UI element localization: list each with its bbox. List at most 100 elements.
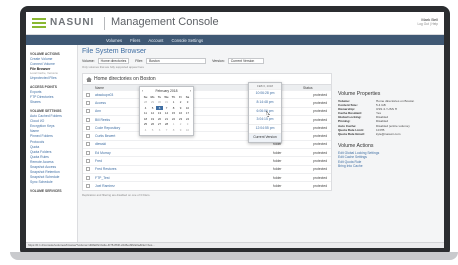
calendar-day[interactable]: 27 <box>156 122 163 127</box>
row-checkbox[interactable] <box>86 150 90 155</box>
calendar-day[interactable]: 3 <box>184 122 191 127</box>
row-checkbox[interactable] <box>86 167 90 172</box>
row-checkbox[interactable] <box>86 183 90 188</box>
calendar-day[interactable]: 9 <box>177 128 184 133</box>
row-checkbox[interactable] <box>86 100 90 105</box>
calendar-day[interactable]: 10 <box>184 106 191 111</box>
table-row[interactable]: Accessfolderprotected <box>83 98 331 106</box>
calendar-day[interactable]: 9 <box>177 106 184 111</box>
sidebar-item-unprotected-files[interactable]: Unprotected Files <box>30 76 73 81</box>
calendar-day[interactable]: 3 <box>184 100 191 105</box>
row-checkbox[interactable] <box>86 109 90 114</box>
calendar-day[interactable]: 8 <box>170 106 177 111</box>
row-checkbox[interactable] <box>86 117 90 122</box>
table-row[interactable]: FTP_Test folder protected <box>83 172 331 181</box>
row-name[interactable]: Fred Restores <box>93 167 203 171</box>
calendar-day[interactable]: 13 <box>156 111 163 116</box>
table-row[interactable]: Annfolderprotected <box>83 106 331 115</box>
nav-volumes[interactable]: Volumes <box>106 38 122 43</box>
user-links[interactable]: Log Out | Help <box>418 22 439 26</box>
version-item-label: 8:14:48 pm <box>256 99 274 104</box>
user-menu[interactable]: Mark Bell Log Out | Help <box>418 17 439 26</box>
table-header: Name Type Status <box>83 84 331 90</box>
calendar-day[interactable]: 2 <box>177 122 184 127</box>
calendar-day[interactable]: 14 <box>163 111 170 116</box>
filer-select[interactable]: Boston <box>146 58 207 64</box>
row-checkbox[interactable] <box>86 134 90 139</box>
calendar-day[interactable]: 5 <box>149 128 156 133</box>
calendar-day[interactable]: 4 <box>142 128 149 133</box>
row-name[interactable]: Fred <box>93 159 203 163</box>
version-select[interactable]: Current Version <box>227 58 264 64</box>
nav-console-settings[interactable]: Console Settings <box>171 38 203 43</box>
calendar-next-button[interactable]: › <box>190 89 191 93</box>
nav-filers[interactable]: Filers <box>130 38 140 43</box>
table-row[interactable]: abackupx03folderprotected <box>83 90 331 98</box>
calendar-day[interactable]: 7 <box>163 128 170 133</box>
tree-title[interactable]: Home directories on Boston <box>83 74 331 84</box>
calendar-day[interactable]: 31 <box>163 100 170 105</box>
calendar-day[interactable]: 5 <box>149 106 156 111</box>
calendar-day[interactable]: 7 <box>163 106 170 111</box>
row-name[interactable]: Joel Ramirez <box>93 184 203 188</box>
calendar-day[interactable]: 22 <box>170 117 177 122</box>
calendar-day[interactable]: 19 <box>149 117 156 122</box>
calendar-day[interactable]: 21 <box>163 117 170 122</box>
calendar-day[interactable]: 29 <box>149 100 156 105</box>
sidebar-item-shares[interactable]: Shares <box>30 100 73 105</box>
version-item[interactable]: Current Version <box>249 132 281 142</box>
volume-select[interactable]: Home directories <box>97 58 130 64</box>
row-checkbox[interactable] <box>86 142 90 147</box>
action-bring-into-cache[interactable]: Bring Into Cache <box>338 164 438 169</box>
version-item[interactable]: 6:06:06 pm <box>249 106 281 117</box>
calendar-day[interactable]: 28 <box>163 122 170 127</box>
table-row[interactable]: Ed Murray folder protected <box>83 148 331 156</box>
row-name[interactable]: FTP_Test <box>93 176 203 180</box>
calendar-day[interactable]: 6 <box>156 105 163 110</box>
calendar-day[interactable]: 25 <box>142 122 149 127</box>
version-item[interactable]: 3:04:15 pm <box>249 115 281 124</box>
calendar-day[interactable]: 2 <box>177 100 184 105</box>
table-row[interactable]: Curtis Bewertfolderprotected <box>83 131 331 139</box>
version-item[interactable]: 8:14:48 pm <box>249 97 281 107</box>
version-item[interactable]: 10:06:28 pm <box>249 89 281 98</box>
screen: NASUNI Management Console Mark Bell Log … <box>26 12 444 248</box>
table-row[interactable]: dlewski folder protected <box>83 139 331 148</box>
calendar-day[interactable]: 10 <box>184 128 191 133</box>
row-checkbox[interactable] <box>86 125 90 130</box>
calendar-day[interactable]: 15 <box>170 111 177 116</box>
calendar-day[interactable]: 18 <box>142 117 149 122</box>
version-item[interactable]: 12:04:55 pm <box>249 124 281 133</box>
calendar-day[interactable]: 4 <box>142 106 149 111</box>
calendar-day[interactable]: 26 <box>149 122 156 127</box>
calendar-day[interactable]: 30 <box>156 100 163 105</box>
calendar-day[interactable]: 12 <box>149 111 156 116</box>
table-row[interactable]: Bill Reeksfolderprotected <box>83 114 331 123</box>
calendar-day[interactable]: 1 <box>170 122 177 127</box>
calendar-day[interactable]: 8 <box>170 128 177 133</box>
row-checkbox-cell <box>83 142 93 147</box>
row-checkbox[interactable] <box>86 92 90 97</box>
table-row[interactable]: Joel Ramirez folder protected <box>83 181 331 189</box>
calendar-day[interactable]: 20 <box>156 117 163 122</box>
row-checkbox-cell <box>83 183 93 188</box>
row-checkbox[interactable] <box>86 175 90 180</box>
calendar-day[interactable]: 17 <box>184 111 191 116</box>
calendar-day[interactable]: 23 <box>177 117 184 122</box>
calendar-day[interactable]: 6 <box>156 128 163 133</box>
calendar-prev-button[interactable]: ‹ <box>142 89 143 93</box>
calendar-day[interactable]: 24 <box>184 117 191 122</box>
row-name[interactable]: dlewski <box>93 142 203 146</box>
table-row[interactable]: Fred folder protected <box>83 156 331 164</box>
table-row[interactable]: Code Repositoryfolderprotected <box>83 123 331 131</box>
table-row[interactable]: Fred Restores folder protected <box>83 164 331 173</box>
row-name[interactable]: Ed Murray <box>93 151 203 155</box>
calendar-day[interactable]: 11 <box>142 111 149 116</box>
nav-account[interactable]: Account <box>148 38 163 43</box>
calendar-day[interactable]: 16 <box>177 111 184 116</box>
row-type: folder <box>273 142 282 147</box>
sidebar-item-sync-schedule[interactable]: Sync Schedule <box>30 180 73 185</box>
calendar-day[interactable]: 1 <box>170 100 177 105</box>
row-checkbox[interactable] <box>86 159 90 164</box>
calendar-day[interactable]: 28 <box>142 100 149 105</box>
